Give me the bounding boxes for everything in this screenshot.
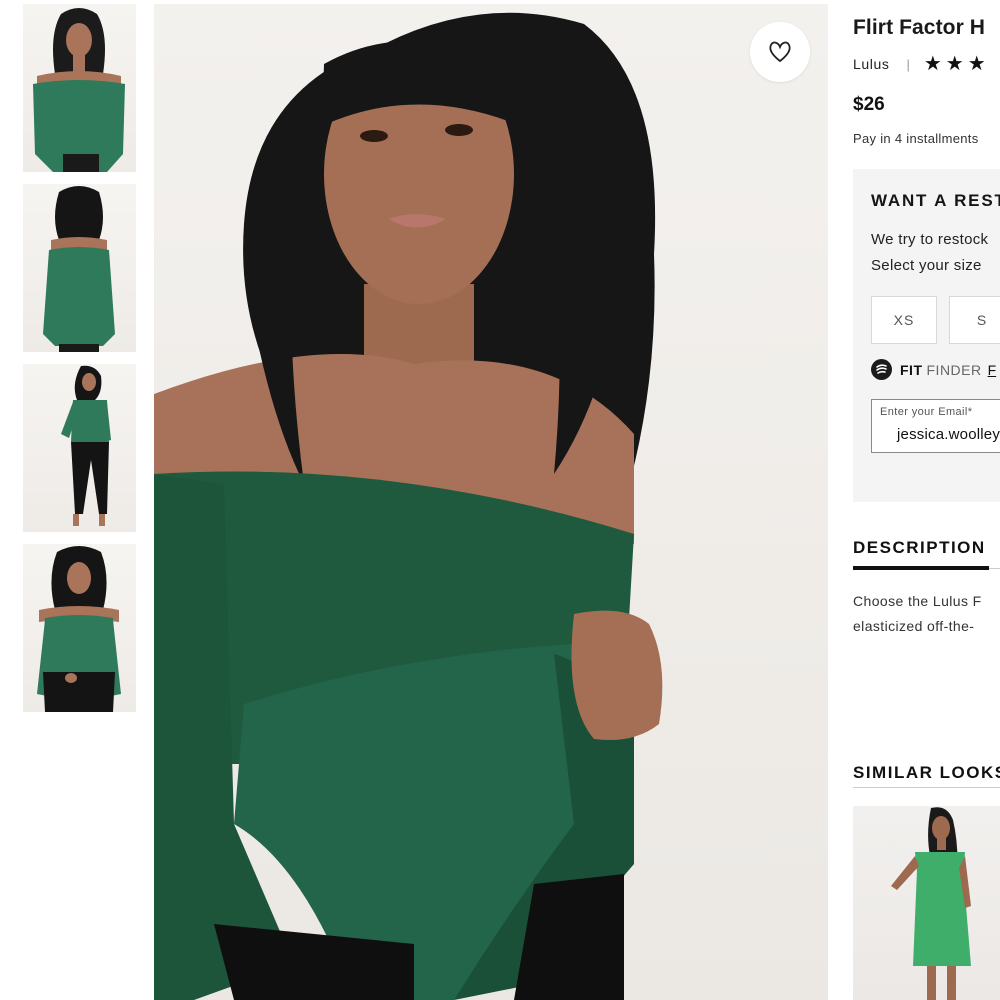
restock-panel: WANT A REST We try to restock Select you…: [853, 169, 1000, 502]
tab-active-indicator: [853, 566, 989, 570]
restock-title: WANT A REST: [871, 191, 1000, 210]
size-button-s[interactable]: S: [949, 296, 1000, 344]
similar-look-card[interactable]: [853, 806, 1000, 1000]
heart-outline-icon: [769, 41, 791, 63]
similar-looks-divider: [853, 787, 1000, 788]
fit-finder-link[interactable]: F: [988, 362, 997, 378]
tab-description[interactable]: DESCRIPTION: [853, 538, 986, 558]
product-title: Flirt Factor H: [853, 16, 986, 39]
rating-stars[interactable]: ★★★: [924, 54, 990, 74]
model-photo: [154, 12, 663, 1000]
product-page: Flirt Factor H Lulus | ★★★ $26 Pay in 4 …: [0, 0, 1000, 1000]
brand-rating-row: Lulus | ★★★: [853, 54, 990, 74]
fit-finder-logo-icon: [871, 359, 892, 380]
restock-text: We try to restock: [871, 231, 989, 248]
thumbnail-front[interactable]: [23, 4, 136, 172]
email-value[interactable]: jessica.woolley: [897, 426, 1000, 443]
thumbnail-full-length-image: [61, 365, 111, 526]
email-field[interactable]: Enter your Email* jessica.woolley: [871, 399, 1000, 453]
thumbnail-pose[interactable]: [23, 544, 136, 712]
fit-finder[interactable]: FIT FINDER F: [871, 359, 996, 380]
size-button-xs[interactable]: XS: [871, 296, 937, 344]
product-details: Flirt Factor H Lulus | ★★★ $26 Pay in 4 …: [853, 0, 1000, 1000]
email-label: Enter your Email*: [880, 406, 973, 418]
main-product-image[interactable]: [154, 4, 828, 1000]
description-text-line2: elasticized off-the-: [853, 618, 975, 634]
product-price: $26: [853, 94, 885, 115]
fit-finder-light: FINDER: [926, 361, 982, 378]
brand-link[interactable]: Lulus: [853, 56, 889, 72]
similar-look-image: [891, 807, 971, 1000]
separator: |: [906, 56, 910, 72]
thumbnail-full-length[interactable]: [23, 364, 136, 532]
tab-divider: [989, 568, 1000, 569]
installments-text: Pay in 4 installments: [853, 131, 979, 146]
thumbnail-pose-image: [37, 546, 121, 712]
thumbnail-front-image: [33, 8, 125, 172]
restock-size-prompt: Select your size: [871, 257, 982, 274]
description-text: Choose the Lulus F: [853, 593, 982, 609]
similar-looks-title: SIMILAR LOOKS: [853, 763, 1000, 782]
fit-finder-bold: FIT: [900, 361, 923, 378]
thumbnail-back[interactable]: [23, 184, 136, 352]
thumbnail-back-image: [43, 186, 115, 352]
favorite-button[interactable]: [750, 22, 810, 82]
